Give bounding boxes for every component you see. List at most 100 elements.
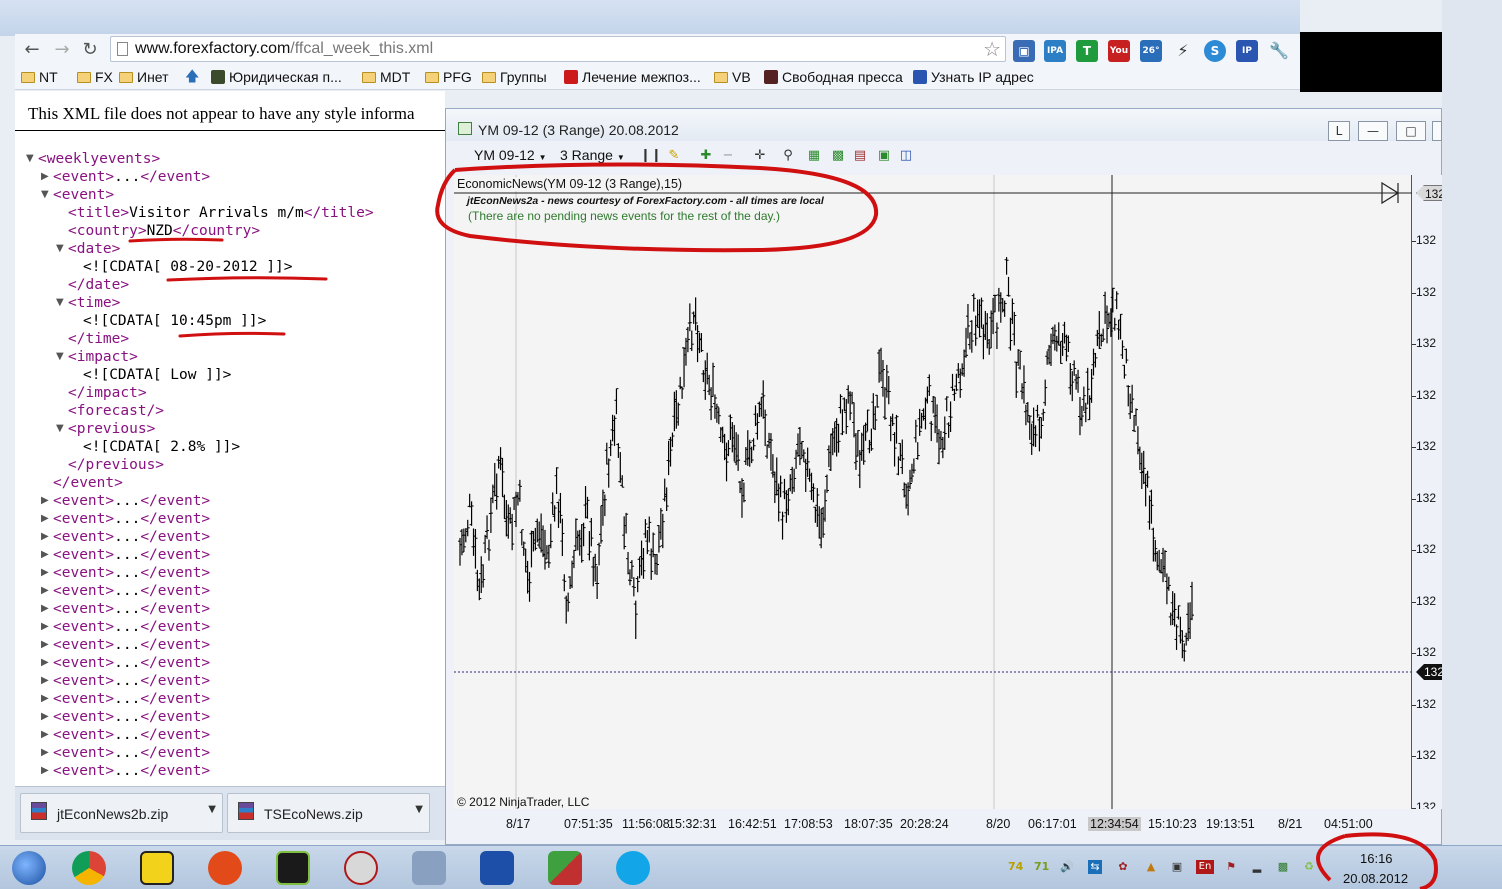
price-axis[interactable]: 132 132 132 132 132 132 132 132 132 132 132 132 132 1… bbox=[1412, 175, 1442, 809]
bookmark-folder-vb[interactable]: VB bbox=[714, 69, 751, 85]
flag-icon[interactable]: ⚑ bbox=[1224, 860, 1238, 874]
chevron-down-icon[interactable]: ▼ bbox=[208, 804, 216, 815]
expand-triangle-icon[interactable]: ▶ bbox=[41, 546, 49, 564]
bug-icon[interactable]: ✿ bbox=[1116, 860, 1130, 874]
expand-triangle-icon[interactable]: ▶ bbox=[41, 726, 49, 744]
expand-triangle-icon[interactable]: ▶ bbox=[41, 762, 49, 780]
forward-button[interactable]: → bbox=[52, 40, 72, 60]
download-item[interactable]: jtEconNews2b.zip ▼ bbox=[20, 793, 223, 833]
wrench-menu-icon[interactable]: 🔧 bbox=[1268, 40, 1290, 62]
magnifier-icon[interactable]: ⚲ bbox=[780, 148, 796, 164]
bar-style-icon[interactable]: ❙❙ bbox=[640, 148, 662, 164]
pencil-icon[interactable]: ✎ bbox=[666, 148, 682, 164]
language-indicator[interactable]: En bbox=[1196, 860, 1214, 874]
expand-triangle-icon[interactable]: ▶ bbox=[41, 492, 49, 510]
ipa-extension-icon[interactable]: IPA bbox=[1044, 40, 1066, 62]
taskbar-redirect[interactable] bbox=[196, 848, 256, 888]
instrument-selector[interactable]: YM 09-12 ▼ bbox=[474, 147, 547, 163]
strategies-icon[interactable]: ▤ bbox=[852, 148, 868, 164]
data-box-icon[interactable]: ▦ bbox=[806, 148, 822, 164]
collapse-triangle-icon[interactable]: ▼ bbox=[56, 294, 64, 312]
collapse-triangle-icon[interactable]: ▼ bbox=[56, 348, 64, 366]
bookmark-star-icon[interactable]: ☆ bbox=[983, 37, 1001, 61]
sync-icon[interactable]: ♻ bbox=[1302, 860, 1316, 874]
taskbar-winrar[interactable] bbox=[536, 848, 596, 888]
bookmark-legal[interactable]: Юридическая п... bbox=[211, 69, 342, 85]
expand-triangle-icon[interactable]: ▶ bbox=[41, 744, 49, 762]
taskbar-ninjatrader[interactable] bbox=[264, 848, 324, 888]
back-button[interactable]: ← bbox=[22, 40, 42, 60]
expand-triangle-icon[interactable]: ▶ bbox=[41, 672, 49, 690]
weather-extension-icon[interactable]: 26° bbox=[1140, 40, 1162, 62]
reload-button[interactable]: ↻ bbox=[80, 40, 100, 60]
close-button[interactable] bbox=[1432, 121, 1442, 141]
collapse-triangle-icon[interactable]: ▼ bbox=[56, 240, 64, 258]
skype-extension-icon[interactable]: S bbox=[1204, 40, 1226, 62]
collapse-triangle-icon[interactable]: ▼ bbox=[26, 150, 34, 168]
bookmark-folder-pfg[interactable]: PFG bbox=[425, 69, 472, 85]
collapse-triangle-icon[interactable]: ▼ bbox=[41, 186, 49, 204]
expand-triangle-icon[interactable]: ▶ bbox=[41, 564, 49, 582]
taskbar-chrome[interactable] bbox=[60, 848, 120, 888]
clock-date[interactable]: 20.08.2012 bbox=[1343, 871, 1408, 886]
device-icon[interactable]: ▣ bbox=[1170, 860, 1184, 874]
network-share-icon[interactable]: ▲ bbox=[1144, 860, 1158, 874]
bookmark-free-press[interactable]: Свободная пресса bbox=[764, 69, 903, 85]
expand-triangle-icon[interactable]: ▶ bbox=[41, 618, 49, 636]
link-button[interactable]: L bbox=[1328, 121, 1350, 141]
expand-triangle-icon[interactable]: ▶ bbox=[41, 600, 49, 618]
period-selector[interactable]: 3 Range ▼ bbox=[560, 147, 625, 163]
bookmark-folder-fx[interactable]: FX bbox=[77, 69, 113, 85]
bookmark-treatment[interactable]: Лечение межпоз... bbox=[564, 69, 701, 85]
collapse-triangle-icon[interactable]: ▼ bbox=[56, 420, 64, 438]
download-item[interactable]: TSEcoNews.zip ▼ bbox=[227, 793, 430, 833]
signal-icon[interactable]: ▂ bbox=[1250, 860, 1264, 874]
red-arrow-icon bbox=[208, 851, 242, 885]
volume-icon[interactable]: 🔊 bbox=[1060, 860, 1074, 874]
chevron-down-icon[interactable]: ▼ bbox=[415, 804, 423, 815]
maximize-button[interactable]: □ bbox=[1396, 121, 1426, 141]
expand-triangle-icon[interactable]: ▶ bbox=[41, 510, 49, 528]
taskbar-skype[interactable] bbox=[604, 848, 664, 888]
bookmark-folder-mdt[interactable]: MDT bbox=[362, 69, 410, 85]
ip-extension-icon[interactable]: IP bbox=[1236, 40, 1258, 62]
clock-time[interactable]: 16:16 bbox=[1360, 851, 1393, 866]
bookmark-ip-address[interactable]: Узнать IP адрес bbox=[913, 69, 1034, 85]
expand-triangle-icon[interactable]: ▶ bbox=[41, 582, 49, 600]
indicators-icon[interactable]: ▩ bbox=[830, 148, 846, 164]
xml-line: <event>...</event> bbox=[53, 636, 210, 654]
taskbar-app[interactable] bbox=[332, 848, 392, 888]
bookmark-folder-groups[interactable]: Группы bbox=[482, 69, 547, 85]
zoom-in-icon[interactable]: ✚ bbox=[698, 148, 714, 164]
expand-triangle-icon[interactable]: ▶ bbox=[41, 654, 49, 672]
teamviewer-icon[interactable]: ⇆ bbox=[1088, 860, 1102, 874]
taskbar-archiver[interactable] bbox=[400, 848, 460, 888]
lightning-extension-icon[interactable]: ⚡ bbox=[1172, 40, 1194, 62]
bookmark-arrow[interactable]: 🡅 bbox=[185, 69, 199, 83]
screen-capture-extension-icon[interactable]: ▣ bbox=[1013, 40, 1035, 62]
address-bar[interactable]: www.forexfactory.com/ffcal_week_this.xml… bbox=[110, 36, 1006, 62]
youtube-extension-icon[interactable]: You bbox=[1108, 40, 1130, 62]
time-axis[interactable]: 8/17 07:51:35 11:56:08 15:32:31 16:42:51 17:0… bbox=[454, 809, 1412, 839]
cpu-temp-indicator[interactable]: 74 bbox=[1008, 860, 1023, 874]
display-icon[interactable]: ▩ bbox=[1276, 860, 1290, 874]
bookmark-folder-inet[interactable]: Инет bbox=[119, 69, 169, 85]
chart-window-titlebar[interactable]: YM 09-12 (3 Range) 20.08.2012 L — □ bbox=[446, 109, 1442, 141]
templates-icon[interactable]: ◫ bbox=[898, 148, 914, 164]
expand-triangle-icon[interactable]: ▶ bbox=[41, 636, 49, 654]
expand-triangle-icon[interactable]: ▶ bbox=[41, 168, 49, 186]
crosshair-icon[interactable]: ✛ bbox=[752, 148, 768, 164]
taskbar-save[interactable] bbox=[468, 848, 528, 888]
chart-plot-area[interactable]: EconomicNews(YM 09-12 (3 Range),15) jtEc… bbox=[454, 175, 1412, 809]
taskbar-batman[interactable] bbox=[128, 848, 188, 888]
expand-triangle-icon[interactable]: ▶ bbox=[41, 690, 49, 708]
expand-triangle-icon[interactable]: ▶ bbox=[41, 528, 49, 546]
bookmark-folder-nt[interactable]: NT bbox=[21, 69, 58, 85]
t-extension-icon[interactable]: T bbox=[1076, 40, 1098, 62]
start-button[interactable] bbox=[0, 848, 58, 888]
minimize-button[interactable]: — bbox=[1358, 121, 1388, 141]
properties-icon[interactable]: ▣ bbox=[876, 148, 892, 164]
zoom-out-icon[interactable]: − bbox=[720, 148, 736, 164]
gpu-temp-indicator[interactable]: 71 bbox=[1034, 860, 1049, 874]
expand-triangle-icon[interactable]: ▶ bbox=[41, 708, 49, 726]
